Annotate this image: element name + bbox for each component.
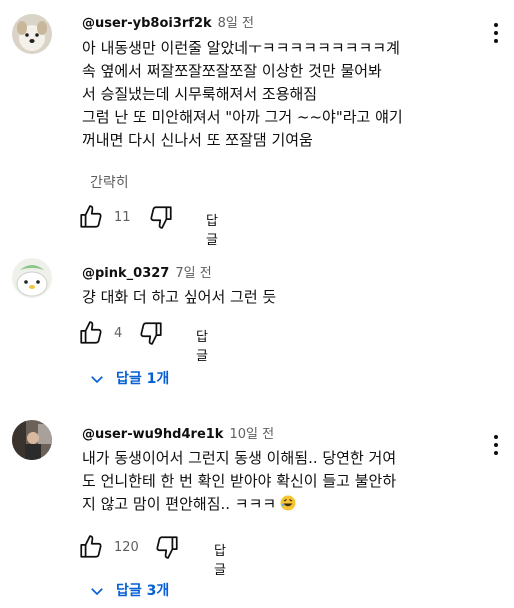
comment-text-line: 도 언니한테 한 번 확인 받아야 확신이 들고 불안하 [82,472,397,490]
reply-button[interactable]: 답글 [206,210,218,248]
like-count: 4 [114,326,123,341]
avatar[interactable] [12,14,52,54]
view-replies-button[interactable]: 답글 3개 [88,580,169,600]
comment-text-fragment: 지 않고 맘이 편안해짐.. ㅋㅋㅋ [82,495,277,513]
show-less-button[interactable]: 간략히 [90,172,129,192]
comment-time[interactable]: 8일 전 [218,16,254,31]
more-vert-icon[interactable] [490,435,502,457]
chevron-down-icon [91,376,103,384]
comment-author[interactable]: @user-wu9hd4re1k [82,427,223,442]
replies-count-label: 답글 1개 [116,371,170,387]
avatar[interactable] [12,420,52,460]
comment-text-line: 내가 동생이어서 그런지 동생 이해됨.. 당연한 거여 [82,449,397,467]
comment-text-line: 꺼내면 다시 신나서 또 쪼잘댐 기여움 [82,131,313,149]
comment-time[interactable]: 7일 전 [175,266,211,281]
comment-time[interactable]: 10일 전 [229,427,274,442]
thumb-down-icon[interactable] [148,204,174,230]
avatar[interactable] [12,258,52,298]
like-count: 11 [114,210,131,225]
thumb-up-icon[interactable] [78,204,104,230]
comment-author[interactable]: @user-yb8oi3rf2k [82,16,212,31]
comment-text-line: 지 않고 맘이 편안해짐.. ㅋㅋㅋ [82,493,472,516]
comment-text-line: 걍 대화 더 하고 싶어서 그런 듯 [82,288,277,306]
comment-header: @user-yb8oi3rf2k 8일 전 [82,12,254,31]
comment-text-line: 아 내동생만 이런줄 알았네ㅜㅋㅋㅋㅋㅋㅋㅋㅋㅋ계 [82,39,400,57]
comment-text-line: 서 승질냈는데 시무룩해져서 조용해짐 [82,85,318,103]
thumb-up-icon[interactable] [78,534,104,560]
view-replies-button[interactable]: 답글 1개 [88,368,169,388]
comment-text-line: 그럼 난 또 미안해져서 "아까 그거 ~~야"라고 얘기 [82,108,403,126]
like-count: 120 [114,540,139,555]
comment-text-line: 속 옆에서 쩌잘쪼잘쪼잘쪼잘 이상한 것만 물어봐 [82,62,382,80]
chevron-down-icon [91,588,103,596]
comment-header: @pink_0327 7일 전 [82,262,212,281]
reply-button[interactable]: 답글 [196,326,208,364]
comment-text: 아 내동생만 이런줄 알았네ㅜㅋㅋㅋㅋㅋㅋㅋㅋㅋ계 속 옆에서 쩌잘쪼잘쪼잘쪼잘… [82,37,472,152]
thumb-down-icon[interactable] [138,320,164,346]
rolling-on-floor-laughing-icon [280,495,296,511]
thumb-down-icon[interactable] [154,534,180,560]
reply-button[interactable]: 답글 [214,540,226,578]
thumb-up-icon[interactable] [78,320,104,346]
comment-text: 걍 대화 더 하고 싶어서 그런 듯 [82,286,472,309]
comment-header: @user-wu9hd4re1k 10일 전 [82,423,274,442]
comment-author[interactable]: @pink_0327 [82,266,169,281]
more-vert-icon[interactable] [490,23,502,45]
replies-count-label: 답글 3개 [116,583,170,599]
comment-text: 내가 동생이어서 그런지 동생 이해됨.. 당연한 거여 도 언니한테 한 번 … [82,447,472,516]
